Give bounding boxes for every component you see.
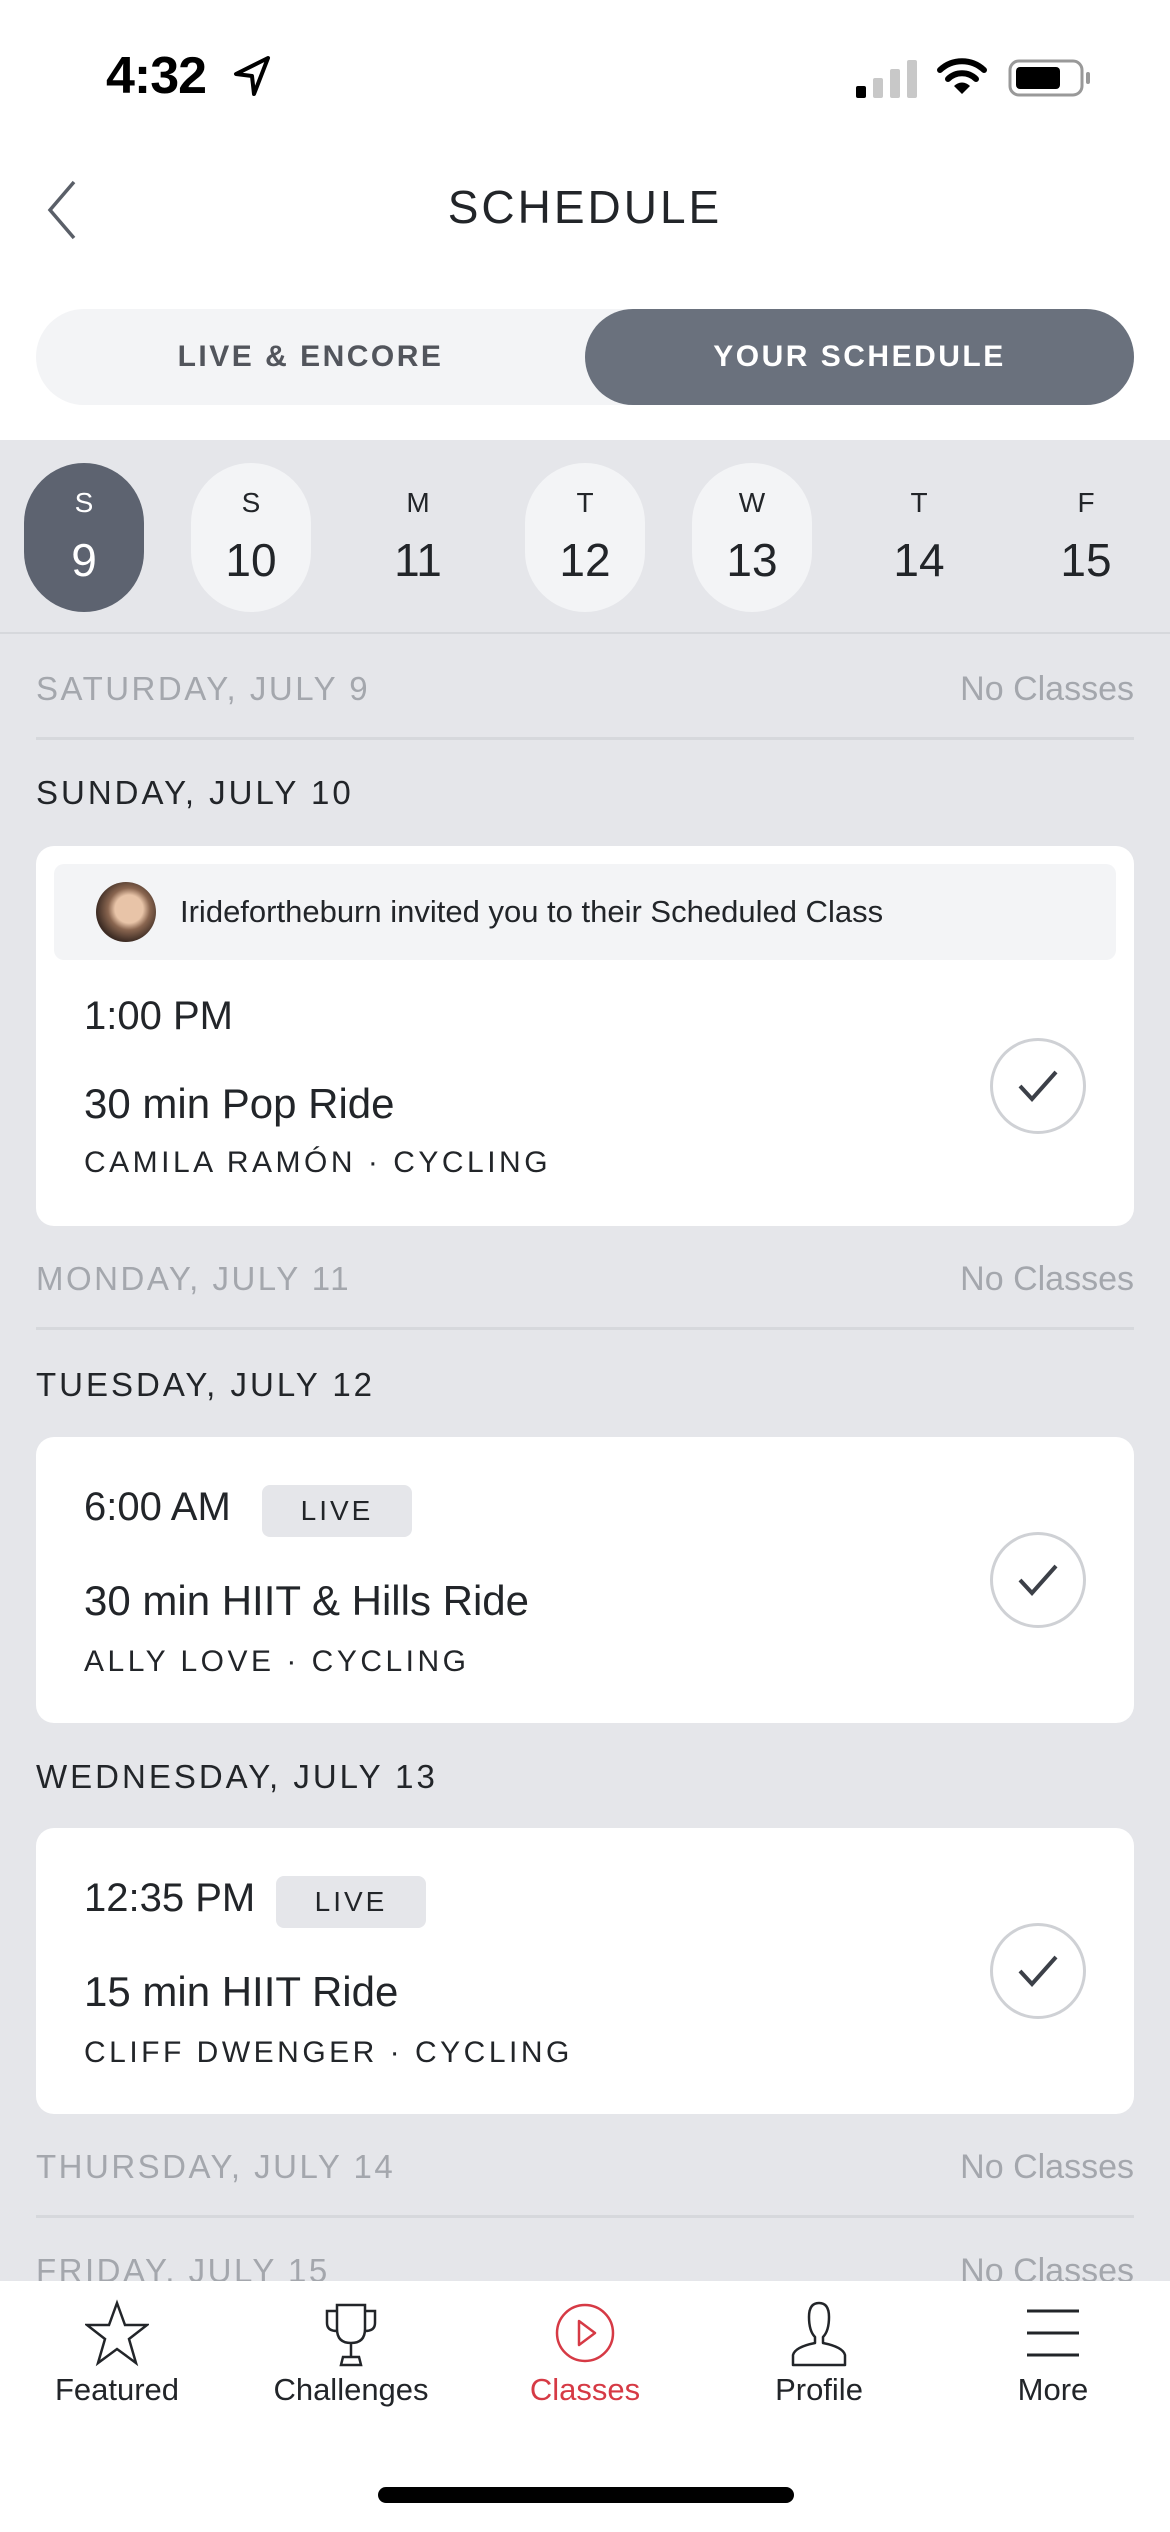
date-chip[interactable]: T 14 <box>859 463 979 612</box>
class-meta: ALLY LOVE · CYCLING <box>84 1645 470 1678</box>
tab-label: Challenges <box>273 2372 429 2407</box>
no-classes-label: No Classes <box>960 670 1134 708</box>
menu-icon <box>1027 2309 1079 2357</box>
star-icon <box>85 2299 149 2367</box>
empty-day-row: MONDAY, JULY 11 No Classes <box>36 1226 1134 1330</box>
trophy-icon <box>325 2303 377 2367</box>
date-strip: S9 S 10 M 11 T 12 W 13 T 14 F 15 <box>0 440 1170 634</box>
day-number: 13 <box>726 534 778 586</box>
class-card[interactable]: Iridefortheburn invited you to their Sch… <box>36 846 1134 1226</box>
tab-challenges[interactable]: Challenges <box>234 2281 468 2431</box>
no-classes-label: No Classes <box>960 2252 1134 2281</box>
battery-icon <box>1008 59 1090 97</box>
class-time: 12:35 PM <box>84 1876 256 1920</box>
tab-profile[interactable]: Profile <box>702 2281 936 2431</box>
day-number: 11 <box>394 534 442 586</box>
tab-label: More <box>1017 2372 1089 2407</box>
no-classes-label: No Classes <box>960 1260 1134 1298</box>
tab-label: Featured <box>54 2372 180 2407</box>
day-number: 9 <box>71 534 97 586</box>
live-badge: LIVE <box>262 1485 412 1537</box>
home-indicator[interactable] <box>378 2487 794 2503</box>
play-circle-icon <box>555 2303 615 2363</box>
class-time: 1:00 PM <box>84 994 233 1038</box>
tab-label: Classes <box>529 2372 641 2407</box>
day-header: TUESDAY, JULY 12 <box>36 1366 376 1403</box>
day-number: 10 <box>225 534 277 586</box>
class-time: 6:00 AM <box>84 1485 231 1529</box>
day-letter: T <box>576 487 594 518</box>
day-date: FRIDAY, JULY 15 <box>36 2252 330 2281</box>
day-header: WEDNESDAY, JULY 13 <box>36 1758 438 1795</box>
class-title: 30 min Pop Ride <box>84 1080 395 1127</box>
class-meta: CAMILA RAMÓN · CYCLING <box>84 1146 552 1179</box>
wifi-icon <box>937 58 987 94</box>
person-icon <box>791 2301 847 2367</box>
empty-day-row: THURSDAY, JULY 14 No Classes <box>36 2114 1134 2218</box>
tab-your-schedule[interactable]: YOUR SCHEDULE <box>585 309 1134 405</box>
tab-more[interactable]: More <box>936 2281 1170 2431</box>
page-title: SCHEDULE <box>447 181 723 233</box>
empty-day-row: SATURDAY, JULY 9 No Classes <box>36 636 1134 740</box>
empty-day-row: FRIDAY, JULY 15 No Classes <box>36 2218 1134 2281</box>
day-letter: S <box>74 487 94 518</box>
segmented-control: LIVE & ENCORE YOUR SCHEDULE <box>36 309 1134 405</box>
day-date: MONDAY, JULY 11 <box>36 1260 352 1297</box>
day-date: SATURDAY, JULY 9 <box>36 670 371 707</box>
day-header: SUNDAY, JULY 10 <box>36 774 354 811</box>
scheduled-check-button[interactable] <box>990 1038 1086 1134</box>
status-time: 4:32 <box>106 47 207 105</box>
day-letter: T <box>910 487 928 518</box>
invite-banner[interactable]: Iridefortheburn invited you to their Sch… <box>54 864 1116 960</box>
header: SCHEDULE LIVE & ENCORE YOUR SCHEDULE <box>0 150 1170 440</box>
class-title: 15 min HIIT Ride <box>84 1968 399 2015</box>
schedule-feed[interactable]: SATURDAY, JULY 9 No Classes SUNDAY, JULY… <box>0 636 1170 2281</box>
checkmark-icon <box>1018 1070 1058 1102</box>
no-classes-label: No Classes <box>960 2148 1134 2186</box>
day-number: 12 <box>559 534 611 586</box>
date-chip[interactable]: S9 <box>24 463 144 612</box>
class-title: 30 min HIIT & Hills Ride <box>84 1577 530 1624</box>
checkmark-icon <box>1018 1564 1058 1596</box>
day-number: 15 <box>1060 534 1112 586</box>
checkmark-icon <box>1018 1955 1058 1987</box>
tab-classes[interactable]: Classes <box>468 2281 702 2431</box>
date-chip[interactable]: T 12 <box>525 463 645 612</box>
class-card[interactable]: 6:00 AM LIVE 30 min HIIT & Hills Ride AL… <box>36 1437 1134 1723</box>
live-badge: LIVE <box>276 1876 426 1928</box>
scheduled-check-button[interactable] <box>990 1532 1086 1628</box>
location-arrow-icon <box>234 56 270 96</box>
day-date: THURSDAY, JULY 14 <box>36 2148 396 2185</box>
day-letter: S <box>241 487 261 518</box>
day-letter: F <box>1077 487 1095 518</box>
cellular-signal-icon <box>856 60 917 98</box>
day-letter: M <box>406 487 430 518</box>
status-bar: 4:32 <box>0 0 1170 150</box>
day-letter: W <box>738 487 766 518</box>
class-card[interactable]: 12:35 PM LIVE 15 min HIIT Ride CLIFF DWE… <box>36 1828 1134 2114</box>
date-chip[interactable]: M 11 <box>358 463 478 612</box>
day-number: 14 <box>893 534 945 586</box>
invite-text: Iridefortheburn invited you to their Sch… <box>180 894 884 929</box>
avatar <box>96 882 156 942</box>
date-chip[interactable]: F 15 <box>1026 463 1146 612</box>
date-chip[interactable]: W 13 <box>692 463 812 612</box>
scheduled-check-button[interactable] <box>990 1923 1086 2019</box>
date-chip[interactable]: S 10 <box>191 463 311 612</box>
class-meta: CLIFF DWENGER · CYCLING <box>84 2036 573 2069</box>
tab-live-encore[interactable]: LIVE & ENCORE <box>36 309 585 405</box>
tab-featured[interactable]: Featured <box>0 2281 234 2431</box>
tab-label: Profile <box>775 2372 863 2407</box>
